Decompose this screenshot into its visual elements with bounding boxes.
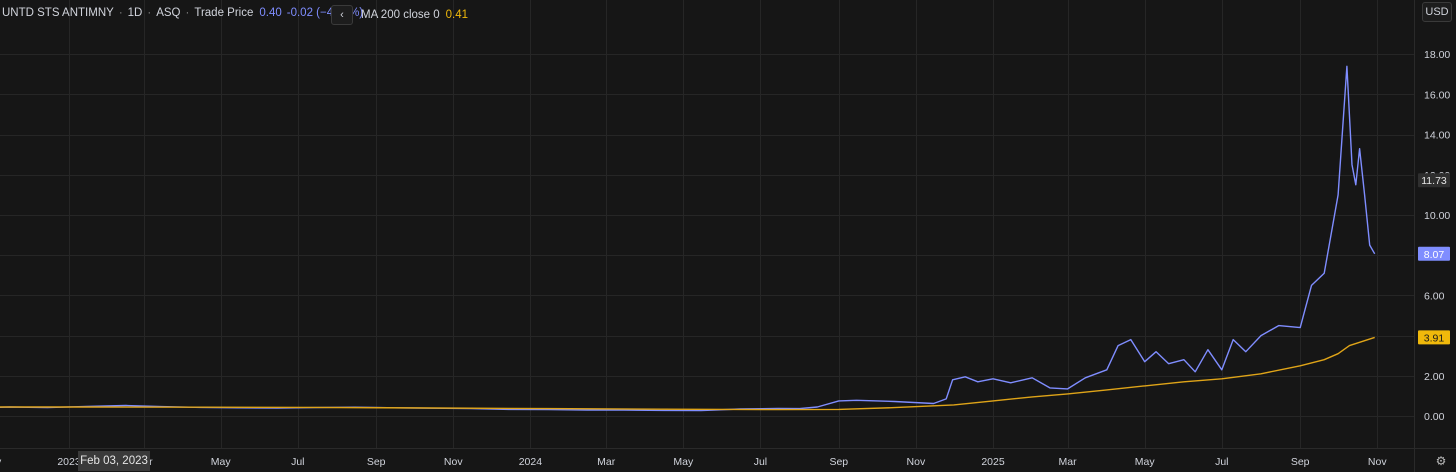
chevron-left-icon: ‹ xyxy=(340,9,344,21)
x-tick-label: 2025 xyxy=(981,456,1005,468)
x-tick-label: May xyxy=(211,456,232,468)
chart-area[interactable]: 0.002.004.006.008.0010.0012.0014.0016.00… xyxy=(0,0,1456,472)
x-tick-label: Nov xyxy=(444,456,463,468)
x-tick-label: Nov xyxy=(907,456,926,468)
legend-separator: · xyxy=(185,7,190,19)
legend-price: 0.40 xyxy=(259,7,282,19)
symbol-name[interactable]: UNTD STS ANTIMNY xyxy=(2,7,114,19)
y-tick-label: 2.00 xyxy=(1424,371,1445,383)
ma-line xyxy=(0,336,1375,411)
chart-legend: UNTD STS ANTIMNY · 1D · ASQ · Trade Pric… xyxy=(2,7,363,19)
x-tick-label: May xyxy=(673,456,694,468)
x-tick-label: Sep xyxy=(367,456,386,468)
last-price-tag: 8.07 xyxy=(1424,249,1445,261)
gear-icon: ⚙ xyxy=(1435,454,1447,468)
x-tick-label: Mar xyxy=(597,456,616,468)
y-tick-label: 14.00 xyxy=(1424,130,1450,142)
x-tick-label: Sep xyxy=(1291,456,1310,468)
price-type-label: Trade Price xyxy=(194,7,254,19)
x-tick-label: Jul xyxy=(754,456,767,468)
legend-separator: · xyxy=(118,7,123,19)
currency-button[interactable]: USD xyxy=(1422,2,1452,22)
indicator-value: 0.41 xyxy=(445,9,469,21)
y-tick-label: 10.00 xyxy=(1424,210,1450,222)
collapse-legend-button[interactable]: ‹ xyxy=(331,5,353,25)
indicator-label[interactable]: MA 200 close 0 xyxy=(361,9,440,21)
x-tick-label: Jul xyxy=(1215,456,1228,468)
ma-value-tag: 3.91 xyxy=(1424,332,1445,344)
y-tick-label: 18.00 xyxy=(1424,49,1450,61)
x-tick-label: Nov xyxy=(1368,456,1387,468)
x-tick-label: Sep xyxy=(829,456,848,468)
x-tick-label: May xyxy=(1135,456,1156,468)
x-tick-label: Jul xyxy=(291,456,304,468)
indicator-legend: ‹ MA 200 close 0 0.41 xyxy=(331,5,468,25)
x-tick-label: Nov xyxy=(0,456,2,468)
crosshair-price-tag: 11.73 xyxy=(1421,175,1447,187)
x-tick-label: 2024 xyxy=(519,456,543,468)
y-tick-label: 6.00 xyxy=(1424,290,1445,302)
price-line xyxy=(0,65,1376,412)
y-tick-label: 16.00 xyxy=(1424,89,1450,101)
axis-settings-button[interactable]: ⚙ xyxy=(1432,453,1450,469)
crosshair-date-label: Feb 03, 2023 xyxy=(78,451,150,471)
legend-separator: · xyxy=(147,7,152,19)
exchange-label: ASQ xyxy=(156,7,181,19)
x-tick-label: Mar xyxy=(1059,456,1078,468)
interval-label[interactable]: 1D xyxy=(128,7,143,19)
y-tick-label: 0.00 xyxy=(1424,411,1445,423)
